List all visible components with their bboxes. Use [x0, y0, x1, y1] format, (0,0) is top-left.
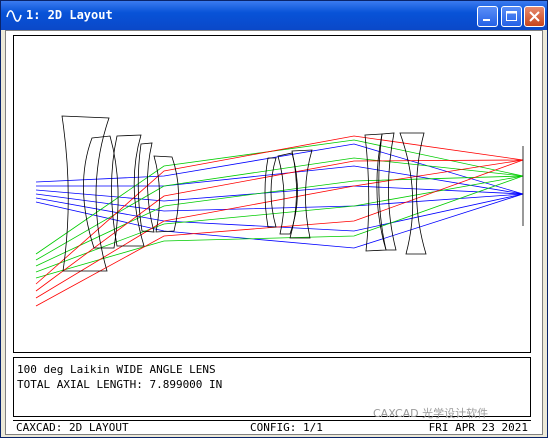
- close-icon: [529, 11, 540, 22]
- title-bar[interactable]: 1: 2D Layout: [1, 1, 547, 30]
- minimize-icon: [483, 19, 490, 21]
- status-bar: CAXCAD: 2D LAYOUT CONFIG: 1/1 FRI APR 23…: [13, 420, 531, 434]
- status-mode: CAXCAD: 2D LAYOUT: [16, 421, 129, 434]
- minimize-button[interactable]: [477, 6, 498, 27]
- window-title: 1: 2D Layout: [26, 8, 113, 22]
- lens-description: 100 deg Laikin WIDE ANGLE LENS: [17, 363, 216, 376]
- ray-bundle-field-1: [35, 143, 524, 249]
- lens-element-11: [399, 132, 427, 255]
- lens-layout-plot: [13, 35, 531, 353]
- lens-element-2: [83, 135, 119, 249]
- watermark-text: CAXCAD 光学设计软件: [373, 407, 489, 420]
- close-button[interactable]: [524, 6, 545, 27]
- layout-window: 1: 2D Layout 100 deg Laikin WIDE ANGLE L…: [0, 0, 548, 438]
- status-config: CONFIG: 1/1: [250, 421, 323, 434]
- sine-wave-icon: [6, 10, 22, 22]
- maximize-button[interactable]: [501, 6, 522, 27]
- status-date: FRI APR 23 2021: [428, 421, 528, 434]
- ray-line: [35, 185, 524, 202]
- ray-line: [35, 159, 524, 292]
- ray-line: [35, 175, 524, 267]
- ray-line: [36, 165, 524, 195]
- total-axial-length: TOTAL AXIAL LENGTH: 7.899000 IN: [17, 378, 223, 391]
- layout-client-area: 100 deg Laikin WIDE ANGLE LENS TOTAL AXI…: [5, 30, 543, 435]
- ray-line: [35, 159, 524, 299]
- lens-layout-drawing: [35, 115, 524, 307]
- lens-elements: [61, 115, 524, 272]
- maximize-icon: [506, 11, 517, 21]
